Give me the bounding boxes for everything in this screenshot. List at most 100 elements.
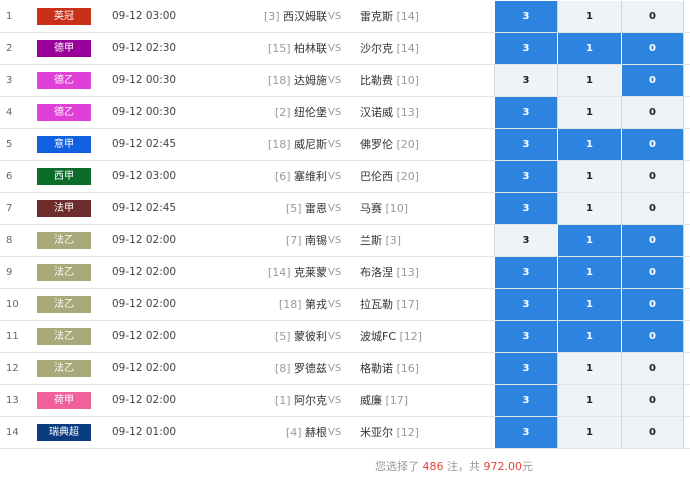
away-team: 佛罗伦 [20] — [360, 129, 419, 160]
option-win-3[interactable]: 3 — [494, 289, 557, 320]
away-team-name: 汉诺威 — [360, 106, 393, 119]
vs-label: VS — [328, 203, 342, 214]
home-team: [18] 威尼斯 — [268, 129, 327, 160]
option-draw-1[interactable]: 1 — [557, 97, 621, 128]
option-win-3[interactable]: 3 — [494, 257, 557, 288]
option-loss-0[interactable]: 0 — [621, 417, 684, 448]
home-team: [6] 塞维利 — [275, 161, 327, 192]
home-team-name: 阿尔克 — [294, 394, 327, 407]
home-team-name: 克莱蒙 — [294, 266, 327, 279]
match-number: 1 — [6, 11, 13, 22]
option-loss-0[interactable]: 0 — [621, 289, 684, 320]
option-draw-1[interactable]: 1 — [557, 161, 621, 192]
home-team-name: 柏林联 — [294, 42, 327, 55]
home-team-name: 南锡 — [305, 234, 327, 247]
match-time: 09-12 02:00 — [112, 266, 177, 278]
option-draw-1[interactable]: 1 — [557, 385, 621, 416]
selection-summary: 您选择了 486 注，共 972.00元 — [375, 458, 533, 474]
option-draw-1[interactable]: 1 — [557, 417, 621, 448]
home-team: [5] 蒙彼利 — [275, 321, 327, 352]
match-row: 5 意甲 09-12 02:45 [18] 威尼斯 VS 佛罗伦 [20] 3 1 0 — [0, 129, 690, 161]
summary-suffix: 元 — [522, 460, 533, 473]
option-win-3[interactable]: 3 — [494, 161, 557, 192]
match-row: 8 法乙 09-12 02:00 [7] 南锡 VS 兰斯 [3] 3 1 0 — [0, 225, 690, 257]
option-loss-0[interactable]: 0 — [621, 129, 684, 160]
option-win-3[interactable]: 3 — [494, 417, 557, 448]
home-rank: [18] — [278, 298, 302, 311]
summary-prefix: 您选择了 — [375, 460, 419, 473]
option-draw-1[interactable]: 1 — [557, 65, 621, 96]
vs-label: VS — [328, 171, 342, 182]
match-row: 12 法乙 09-12 02:00 [8] 罗德兹 VS 格勒诺 [16] 3 1 0 — [0, 353, 690, 385]
option-win-3[interactable]: 3 — [494, 129, 557, 160]
option-draw-1[interactable]: 1 — [557, 353, 621, 384]
away-team-name: 威廉 — [360, 394, 382, 407]
home-team-name: 威尼斯 — [294, 138, 327, 151]
match-row: 13 荷甲 09-12 02:00 [1] 阿尔克 VS 威廉 [17] 3 1 0 — [0, 385, 690, 417]
option-draw-1[interactable]: 1 — [557, 1, 621, 32]
option-win-3[interactable]: 3 — [494, 193, 557, 224]
match-time: 09-12 02:30 — [112, 42, 177, 54]
option-draw-1[interactable]: 1 — [557, 129, 621, 160]
vs-label: VS — [328, 139, 342, 150]
home-rank: [15] — [267, 42, 291, 55]
option-win-3[interactable]: 3 — [494, 97, 557, 128]
option-draw-1[interactable]: 1 — [557, 225, 621, 256]
home-team: [18] 第戎 — [279, 289, 327, 320]
match-time: 09-12 00:30 — [112, 106, 177, 118]
option-win-3[interactable]: 3 — [494, 385, 557, 416]
away-team: 威廉 [17] — [360, 385, 408, 416]
home-rank: [14] — [267, 266, 291, 279]
home-team-name: 雷恩 — [305, 202, 327, 215]
option-loss-0[interactable]: 0 — [621, 33, 684, 64]
option-loss-0[interactable]: 0 — [621, 65, 684, 96]
league-badge: 德乙 — [37, 72, 91, 89]
option-draw-1[interactable]: 1 — [557, 33, 621, 64]
option-loss-0[interactable]: 0 — [621, 161, 684, 192]
option-win-3[interactable]: 3 — [494, 321, 557, 352]
match-row: 14 瑞典超 09-12 01:00 [4] 赫根 VS 米亚尔 [12] 3 1 0 — [0, 417, 690, 449]
home-rank: [6] — [274, 170, 291, 183]
option-loss-0[interactable]: 0 — [621, 257, 684, 288]
option-loss-0[interactable]: 0 — [621, 225, 684, 256]
match-time: 09-12 03:00 — [112, 10, 177, 22]
league-badge: 法乙 — [37, 360, 91, 377]
away-rank: [13] — [396, 266, 420, 279]
match-number: 4 — [6, 107, 13, 118]
away-rank: [3] — [385, 234, 402, 247]
home-rank: [5] — [274, 330, 291, 343]
league-badge: 德甲 — [37, 40, 91, 57]
away-rank: [12] — [399, 330, 423, 343]
option-loss-0[interactable]: 0 — [621, 1, 684, 32]
option-draw-1[interactable]: 1 — [557, 321, 621, 352]
option-loss-0[interactable]: 0 — [621, 385, 684, 416]
option-win-3[interactable]: 3 — [494, 1, 557, 32]
home-team: [4] 赫根 — [286, 417, 327, 448]
option-draw-1[interactable]: 1 — [557, 193, 621, 224]
away-team-name: 波城FC — [360, 330, 397, 343]
home-team-name: 第戎 — [305, 298, 327, 311]
match-row: 2 德甲 09-12 02:30 [15] 柏林联 VS 沙尔克 [14] 3 1 0 — [0, 33, 690, 65]
option-win-3[interactable]: 3 — [494, 33, 557, 64]
option-win-3[interactable]: 3 — [494, 353, 557, 384]
away-team: 沙尔克 [14] — [360, 33, 419, 64]
away-rank: [17] — [396, 298, 420, 311]
home-team-name: 罗德兹 — [294, 362, 327, 375]
option-loss-0[interactable]: 0 — [621, 97, 684, 128]
option-win-3[interactable]: 3 — [494, 225, 557, 256]
away-team-name: 比勒费 — [360, 74, 393, 87]
option-loss-0[interactable]: 0 — [621, 321, 684, 352]
away-team-name: 格勒诺 — [360, 362, 393, 375]
match-selection-table: 1 英冠 09-12 03:00 [3] 西汉姆联 VS 雷克斯 [14] 3 1 0 2 德甲 09… — [0, 0, 690, 477]
option-draw-1[interactable]: 1 — [557, 257, 621, 288]
away-rank: [20] — [396, 138, 420, 151]
match-time: 09-12 03:00 — [112, 170, 177, 182]
option-draw-1[interactable]: 1 — [557, 289, 621, 320]
match-row: 4 德乙 09-12 00:30 [2] 纽伦堡 VS 汉诺威 [13] 3 1 0 — [0, 97, 690, 129]
home-team: [15] 柏林联 — [268, 33, 327, 64]
option-loss-0[interactable]: 0 — [621, 353, 684, 384]
option-loss-0[interactable]: 0 — [621, 193, 684, 224]
home-rank: [3] — [263, 10, 280, 23]
match-time: 09-12 01:00 — [112, 426, 177, 438]
option-win-3[interactable]: 3 — [494, 65, 557, 96]
